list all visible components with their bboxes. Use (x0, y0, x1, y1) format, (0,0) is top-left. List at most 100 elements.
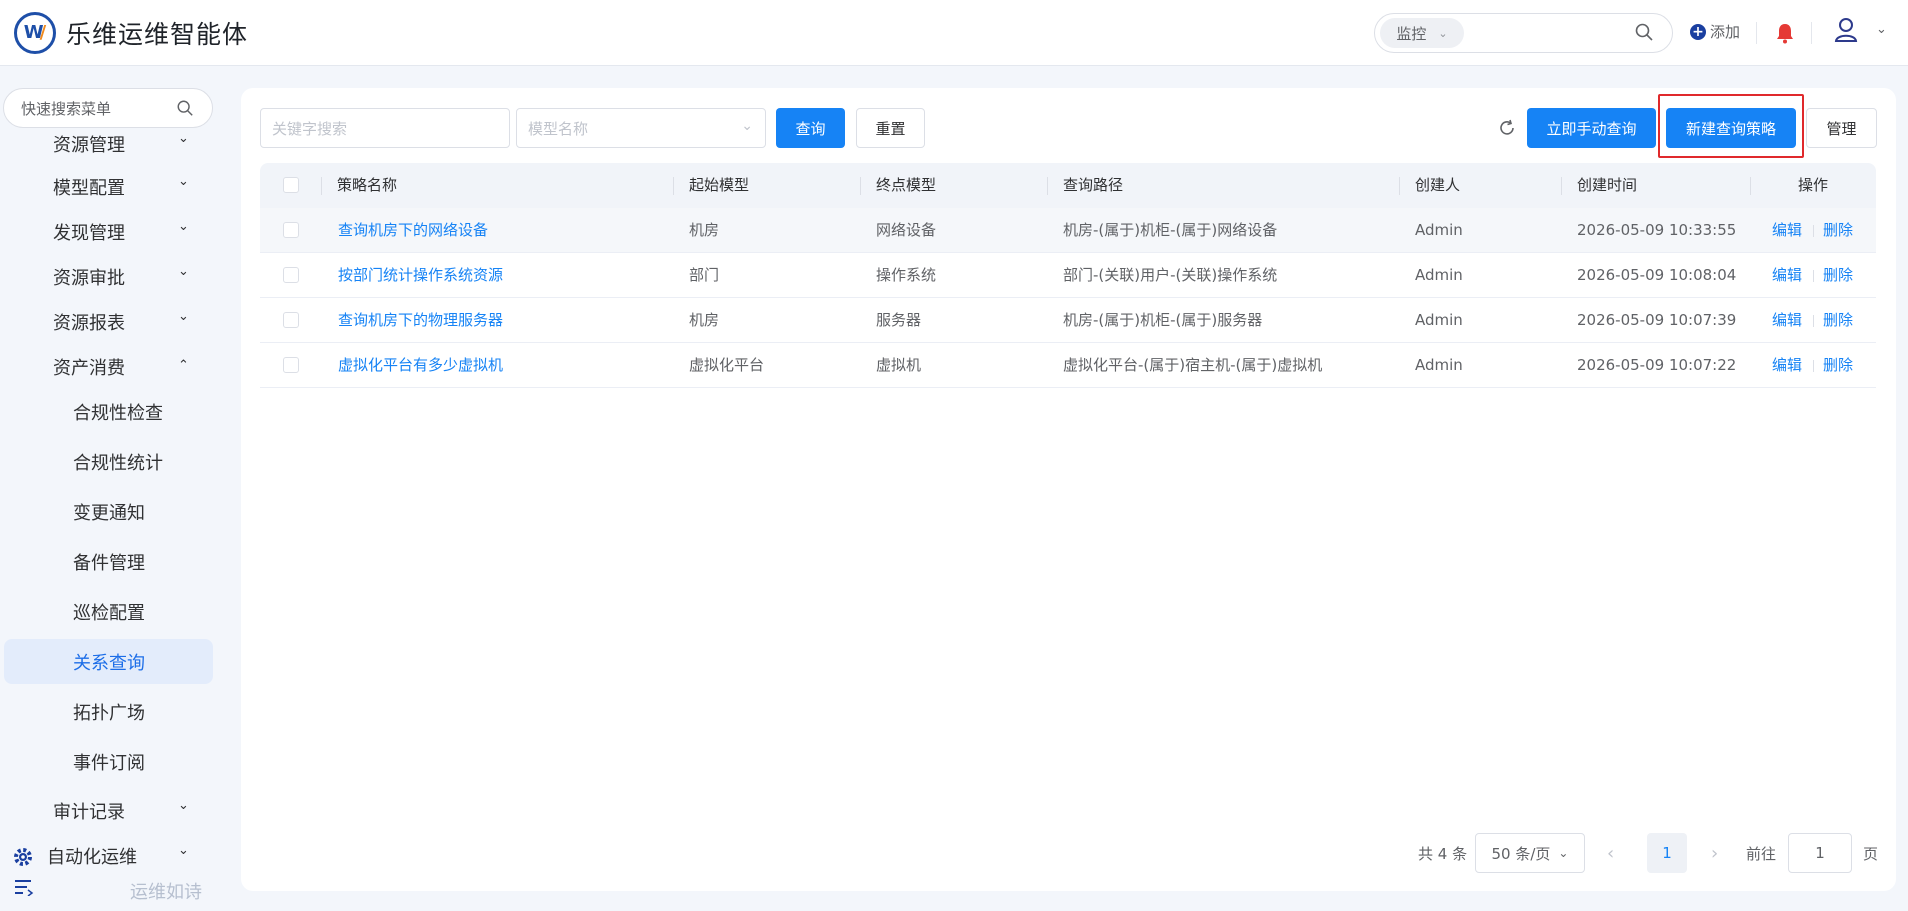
column-header-creator: 创建人 (1415, 176, 1461, 194)
sidebar-subitem-change-notice[interactable]: 变更通知 (0, 491, 215, 533)
plus-circle-icon: + (1690, 23, 1706, 40)
keyword-search-input[interactable]: 关键字搜索 (260, 108, 510, 148)
end-model-cell: 服务器 (876, 311, 922, 329)
chevron-down-icon: ⌄ (178, 843, 189, 858)
edit-link[interactable]: 编辑 (1772, 298, 1802, 343)
model-name-select[interactable]: 模型名称 ⌄ (516, 108, 766, 148)
end-model-cell: 网络设备 (876, 221, 937, 239)
table-header: 策略名称 起始模型 终点模型 查询路径 创建人 创建时间 操作 (260, 163, 1876, 208)
start-model-cell: 机房 (689, 221, 720, 239)
sidebar-item-label: 发现管理 (53, 223, 125, 244)
row-checkbox[interactable] (283, 222, 299, 238)
delete-link[interactable]: 删除 (1823, 208, 1853, 253)
search-scope-select[interactable]: 监控 ⌄ (1380, 18, 1464, 48)
main-panel: 关键字搜索 模型名称 ⌄ 查询 重置 立即手动查询 新建查询策略 管理 策略名称… (241, 88, 1896, 891)
table-row[interactable]: 按部门统计操作系统资源 部门 操作系统 部门-(关联)用户-(关联)操作系统 A… (260, 253, 1876, 298)
sidebar-subitem-compliance-check[interactable]: 合规性检查 (0, 391, 215, 433)
column-header-created-time: 创建时间 (1577, 176, 1638, 194)
add-button[interactable]: + 添加 (1690, 21, 1740, 42)
column-divider (673, 177, 674, 195)
sidebar-subitem-relation-query[interactable]: 关系查询 (4, 639, 213, 684)
logo-icon: W / (14, 11, 56, 54)
table-row[interactable]: 虚拟化平台有多少虚拟机 虚拟化平台 虚拟机 虚拟化平台-(属于)宿主机-(属于)… (260, 343, 1876, 388)
sidebar-subitem-topology-square[interactable]: 拓扑广场 (0, 691, 215, 733)
add-label: 添加 (1710, 23, 1741, 41)
table-row[interactable]: 查询机房下的物理服务器 机房 服务器 机房-(属于)机柜-(属于)服务器 Adm… (260, 298, 1876, 343)
edit-link[interactable]: 编辑 (1772, 208, 1802, 253)
edit-link[interactable]: 编辑 (1772, 343, 1802, 388)
chevron-up-icon: ⌃ (178, 358, 189, 373)
menu-search-placeholder: 快速搜索菜单 (21, 99, 112, 118)
created-time-cell: 2026-05-09 10:08:04 (1577, 266, 1737, 284)
row-checkbox[interactable] (283, 267, 299, 283)
search-scope-label: 监控 (1396, 24, 1427, 43)
sidebar-subitem-inspection-config[interactable]: 巡检配置 (0, 591, 215, 633)
table-row[interactable]: 查询机房下的网络设备 机房 网络设备 机房-(属于)机柜-(属于)网络设备 Ad… (260, 208, 1876, 253)
sidebar-item-resource-management[interactable]: 资源管理 ⌄ (0, 123, 215, 165)
start-model-cell: 部门 (689, 266, 720, 284)
sidebar-item-label: 资产消费 (53, 358, 125, 379)
delete-link[interactable]: 删除 (1823, 253, 1853, 298)
chevron-down-icon: ⌄ (178, 798, 189, 813)
sidebar-subitem-compliance-stats[interactable]: 合规性统计 (0, 441, 215, 483)
sidebar-item-model-config[interactable]: 模型配置 ⌄ (0, 166, 215, 208)
column-header-start-model: 起始模型 (689, 176, 750, 194)
page-number-current[interactable]: 1 (1647, 833, 1687, 873)
chevron-down-icon: ⌄ (1558, 846, 1569, 860)
row-checkbox[interactable] (283, 312, 299, 328)
sidebar-subitem-spare-parts[interactable]: 备件管理 (0, 541, 215, 583)
reset-button[interactable]: 重置 (856, 108, 925, 148)
policy-name-link[interactable]: 查询机房下的网络设备 (338, 208, 488, 253)
chevron-down-icon: ⌄ (1438, 26, 1448, 40)
sidebar-item-automation[interactable]: 自动化运维 ⌄ (0, 835, 215, 877)
column-header-end-model: 终点模型 (876, 176, 937, 194)
manage-button[interactable]: 管理 (1806, 108, 1877, 148)
query-path-cell: 机房-(属于)机柜-(属于)网络设备 (1063, 221, 1278, 239)
next-page-icon[interactable]: › (1711, 833, 1718, 873)
sidebar-item-label: 事件订阅 (73, 753, 145, 774)
column-header-query-path: 查询路径 (1063, 176, 1124, 194)
sidebar-item-label: 审计记录 (53, 802, 125, 823)
chevron-down-icon: ⌄ (178, 131, 189, 146)
edit-link[interactable]: 编辑 (1772, 253, 1802, 298)
bell-icon[interactable] (1775, 22, 1795, 48)
user-icon[interactable] (1834, 17, 1858, 47)
row-checkbox[interactable] (283, 357, 299, 373)
sidebar-subitem-event-subscription[interactable]: 事件订阅 (0, 741, 215, 783)
sidebar: 快速搜索菜单 资源管理 ⌄ 模型配置 ⌄ 发现管理 ⌄ 资源审批 ⌄ 资源报表 … (0, 66, 215, 911)
policy-name-link[interactable]: 虚拟化平台有多少虚拟机 (338, 343, 503, 388)
end-model-cell: 虚拟机 (876, 356, 922, 374)
refresh-icon[interactable] (1497, 118, 1517, 142)
goto-page-input[interactable]: 1 (1788, 833, 1852, 873)
created-time-cell: 2026-05-09 10:33:55 (1577, 221, 1737, 239)
sidebar-item-discovery[interactable]: 发现管理 ⌄ (0, 211, 215, 253)
manual-query-button[interactable]: 立即手动查询 (1527, 108, 1656, 148)
select-all-checkbox[interactable] (283, 177, 299, 193)
sidebar-item-audit-log[interactable]: 审计记录 ⌄ (0, 790, 215, 832)
sidebar-item-resource-approval[interactable]: 资源审批 ⌄ (0, 256, 215, 298)
policy-name-link[interactable]: 按部门统计操作系统资源 (338, 253, 503, 298)
app-title: 乐维运维智能体 (66, 19, 249, 49)
menu-search-input[interactable]: 快速搜索菜单 (3, 88, 213, 128)
sidebar-item-label: 资源报表 (53, 313, 125, 334)
chevron-down-icon[interactable]: ⌄ (1876, 22, 1887, 37)
sidebar-item-resource-report[interactable]: 资源报表 ⌄ (0, 301, 215, 343)
page-size-select[interactable]: 50 条/页 ⌄ (1475, 833, 1585, 873)
global-search[interactable]: 监控 ⌄ (1374, 13, 1673, 53)
model-name-placeholder: 模型名称 (528, 119, 589, 138)
delete-link[interactable]: 删除 (1823, 298, 1853, 343)
created-time-cell: 2026-05-09 10:07:39 (1577, 311, 1737, 329)
action-divider (1813, 360, 1814, 372)
query-button[interactable]: 查询 (776, 108, 845, 148)
delete-link[interactable]: 删除 (1823, 343, 1853, 388)
column-header-actions: 操作 (1798, 176, 1829, 194)
chevron-down-icon: ⌄ (178, 309, 189, 324)
logo[interactable]: W / 乐维运维智能体 (14, 11, 249, 54)
policy-name-link[interactable]: 查询机房下的物理服务器 (338, 298, 503, 343)
search-icon[interactable] (1634, 22, 1654, 46)
sidebar-item-asset-consumption[interactable]: 资产消费 ⌃ (0, 346, 215, 388)
page-suffix-label: 页 (1863, 844, 1879, 863)
search-icon[interactable] (176, 99, 194, 121)
collapse-menu-icon[interactable] (14, 878, 34, 900)
prev-page-icon[interactable]: ‹ (1607, 833, 1614, 873)
